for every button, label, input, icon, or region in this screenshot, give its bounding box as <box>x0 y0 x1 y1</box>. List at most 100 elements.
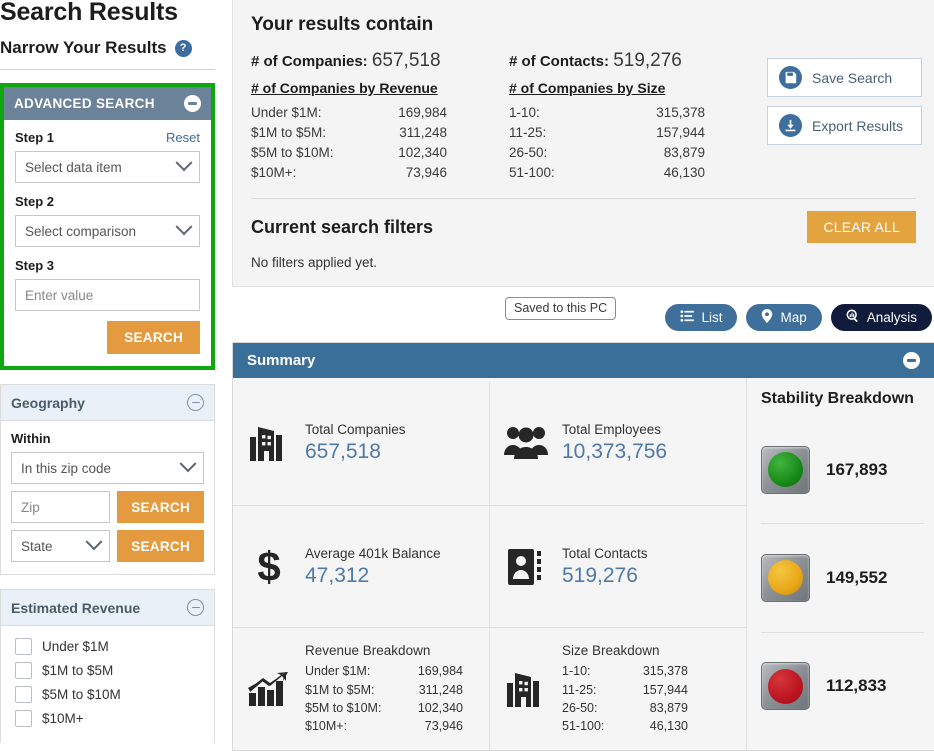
stability-title: Stability Breakdown <box>761 390 914 407</box>
metric-value: 657,518 <box>305 440 381 464</box>
minus-circle-icon[interactable] <box>903 352 920 369</box>
row-value: 46,130 <box>649 718 688 733</box>
checkbox[interactable] <box>15 710 32 727</box>
metric-label: Total Contacts <box>562 545 648 561</box>
table-row: Under $1M: 169,984 <box>251 105 447 120</box>
table-row: 11-25: 157,944 <box>509 125 705 140</box>
checkbox[interactable] <box>15 686 32 703</box>
metric-total-employees: Total Employees 10,373,756 <box>489 382 746 505</box>
within-label: Within <box>11 431 51 446</box>
list-item[interactable]: $1M to $5M <box>11 659 204 683</box>
metric-row: $ Average 401k Balance 47,312 Total Cont… <box>233 504 746 628</box>
list-item-label: Under $1M <box>42 639 109 654</box>
stability-row-red: 112,833 <box>761 631 924 740</box>
table-row: 26-50: 83,879 <box>509 145 705 160</box>
row-label: $5M to $10M: <box>305 700 382 715</box>
table-row: $10M+: 73,946 <box>251 165 447 180</box>
metric-value: 10,373,756 <box>562 440 668 464</box>
clear-all-button[interactable]: CLEAR ALL <box>807 211 916 243</box>
stability-breakdown: Stability Breakdown 167,893 149,552 112,… <box>746 378 934 750</box>
row-label: Under $1M: <box>251 105 322 120</box>
summary-card: Summary Total Companies 657,518 Total Em… <box>232 342 934 751</box>
size-breakdown-rows: 1-10: 315,378 11-25: 157,944 26-50: 83,8… <box>562 662 688 735</box>
traffic-light-green-icon <box>761 445 810 494</box>
table-row: Under $1M: 169,984 <box>305 662 463 680</box>
state-search-row: State SEARCH <box>11 530 204 562</box>
stability-value: 112,833 <box>826 676 887 696</box>
estimated-revenue-title: Estimated Revenue <box>11 599 141 616</box>
row-value: 83,879 <box>649 700 688 715</box>
sidebar-main-gap <box>215 0 232 751</box>
within-select[interactable]: In this zip code <box>11 452 204 484</box>
advanced-search-header[interactable]: ADVANCED SEARCH <box>4 87 211 120</box>
tab-map-label: Map <box>780 310 807 325</box>
results-revenue-column: # of Companies: 657,518 # of Companies b… <box>251 50 509 185</box>
save-search-label: Save Search <box>812 69 893 86</box>
summary-header[interactable]: Summary <box>233 343 934 378</box>
size-breakdown-label: Size Breakdown <box>562 643 660 659</box>
metric-average-401k-balance: $ Average 401k Balance 47,312 <box>233 504 489 628</box>
row-label: $10M+: <box>251 165 297 180</box>
checkbox[interactable] <box>15 638 32 655</box>
sidebar: Search Results Narrow Your Results ? ADV… <box>0 0 215 751</box>
advanced-search-button[interactable]: SEARCH <box>107 321 200 354</box>
metric-text: Total Employees 10,373,756 <box>562 422 667 464</box>
list-item[interactable]: Under $1M <box>11 635 204 659</box>
building-icon <box>246 423 292 463</box>
table-row: $5M to $10M: 102,340 <box>305 699 463 717</box>
zip-input-placeholder: Zip <box>21 499 40 515</box>
data-item-select-value: Select data item <box>25 159 122 175</box>
by-size-heading[interactable]: # of Companies by Size <box>509 80 767 96</box>
people-icon <box>503 425 549 461</box>
estimated-revenue-header[interactable]: Estimated Revenue <box>0 589 215 626</box>
row-label: $1M to $5M: <box>305 682 375 697</box>
help-icon[interactable]: ? <box>174 39 192 57</box>
row-label: 11-25: <box>509 125 547 140</box>
data-item-select[interactable]: Select data item <box>15 151 200 183</box>
list-item[interactable]: $10M+ <box>11 707 204 731</box>
page-title: Search Results <box>0 0 178 26</box>
by-revenue-heading[interactable]: # of Companies by Revenue <box>251 80 509 96</box>
tab-map[interactable]: Map <box>746 304 822 331</box>
chevron-down-icon <box>175 154 193 172</box>
tab-analysis[interactable]: Analysis <box>830 304 932 331</box>
reset-link[interactable]: Reset <box>166 130 200 145</box>
minus-circle-icon[interactable] <box>187 394 204 411</box>
state-search-button[interactable]: SEARCH <box>117 530 204 562</box>
export-results-button[interactable]: Export Results <box>767 106 922 145</box>
tab-list[interactable]: List <box>665 304 738 331</box>
geography-body: Within In this zip code Zip SEARCH State <box>0 421 215 575</box>
row-value: 169,984 <box>417 664 463 679</box>
value-input[interactable]: Enter value <box>15 279 200 311</box>
minus-circle-icon[interactable] <box>184 95 201 112</box>
row-label: 26-50: <box>509 145 548 160</box>
state-select[interactable]: State <box>11 530 111 562</box>
list-item[interactable]: $5M to $10M <box>11 683 204 707</box>
row-value: 73,946 <box>405 165 447 180</box>
contact-card-icon <box>503 547 549 587</box>
dollar-icon: $ <box>246 545 292 589</box>
geography-header[interactable]: Geography <box>0 384 215 421</box>
breakdown-text: Revenue Breakdown Under $1M: 169,984 $1M… <box>305 643 463 735</box>
stability-value: 167,893 <box>826 459 888 479</box>
comparison-select[interactable]: Select comparison <box>15 215 200 247</box>
header-divider <box>0 69 215 70</box>
stability-value: 149,552 <box>826 567 888 587</box>
zip-search-button[interactable]: SEARCH <box>117 491 204 523</box>
step1-row: Step 1 Reset <box>15 130 200 145</box>
row-value: 102,340 <box>398 145 447 160</box>
checkbox[interactable] <box>15 662 32 679</box>
metric-text: Average 401k Balance 47,312 <box>305 546 441 588</box>
minus-circle-icon[interactable] <box>187 599 204 616</box>
save-search-button[interactable]: Save Search <box>767 58 922 97</box>
estimated-revenue-body: Under $1M $1M to $5M $5M to $10M $10M+ <box>0 626 215 743</box>
advanced-search-title: ADVANCED SEARCH <box>14 96 155 111</box>
results-summary-card: Your results contain # of Companies: 657… <box>232 0 934 287</box>
step3-label: Step 3 <box>15 258 55 273</box>
zip-input[interactable]: Zip <box>11 491 111 523</box>
revenue-breakdown-cell: Revenue Breakdown Under $1M: 169,984 $1M… <box>233 627 489 750</box>
building-icon <box>503 669 549 709</box>
revenue-breakdown-rows: Under $1M: 169,984 $1M to $5M: 311,248 $… <box>305 662 463 735</box>
table-row: $1M to $5M: 311,248 <box>251 125 447 140</box>
results-size-column: # of Contacts: 519,276 # of Companies by… <box>509 50 767 185</box>
